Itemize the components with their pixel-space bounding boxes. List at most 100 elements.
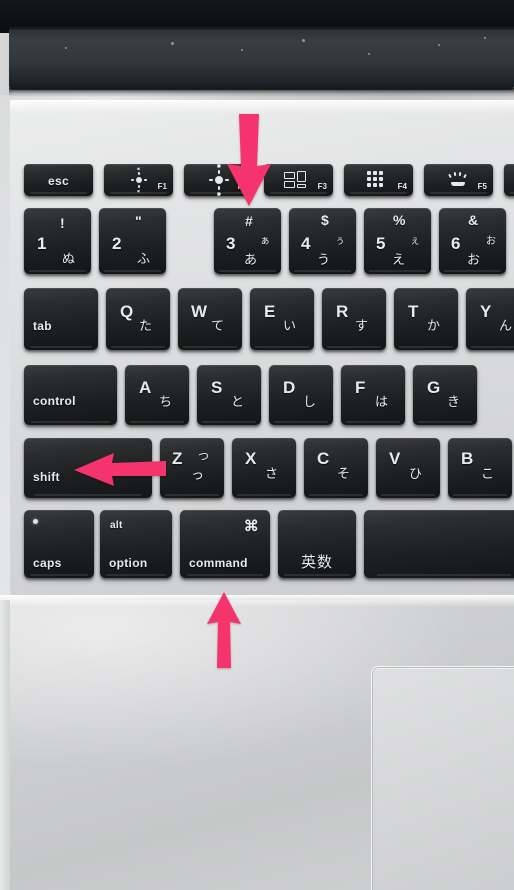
key-e-kana-label: い — [283, 318, 297, 333]
key-caps-label: caps — [33, 556, 62, 570]
key-6-kana-top-label: お — [486, 236, 496, 247]
key-5[interactable]: % 5 ぇ え — [364, 208, 431, 274]
key-4-kana-top-label: ぅ — [335, 236, 345, 247]
display-hinge — [9, 25, 514, 90]
key-option-label: option — [109, 556, 148, 570]
key-control-label: control — [33, 394, 76, 408]
key-3-kana-bottom-label: あ — [244, 252, 258, 267]
key-3-primary-label: 3 — [226, 234, 236, 253]
key-a-kana-label: ち — [159, 394, 173, 409]
key-1-kana-bottom-label: ぬ — [62, 251, 76, 266]
key-r-kana-label: す — [355, 318, 369, 333]
key-c-primary-label: C — [317, 449, 330, 468]
key-y[interactable]: Y ん — [466, 288, 514, 350]
caps-lock-led-icon — [33, 519, 38, 524]
key-b[interactable]: B こ — [448, 438, 512, 498]
key-t-kana-label: か — [427, 318, 441, 333]
key-control[interactable]: control — [24, 365, 117, 425]
mission-control-icon — [284, 171, 310, 189]
palm-rest-highlight — [0, 595, 514, 607]
key-tab-label: tab — [33, 319, 52, 333]
key-f4-fkey-label: F4 — [397, 182, 407, 191]
key-esc[interactable]: esc — [24, 164, 93, 196]
key-4[interactable]: $ 4 ぅ う — [289, 208, 356, 274]
key-z-kana-label: っ — [191, 467, 205, 482]
key-v[interactable]: V ひ — [376, 438, 440, 498]
key-y-primary-label: Y — [480, 302, 492, 321]
key-g[interactable]: G き — [413, 365, 477, 425]
key-s-primary-label: S — [211, 378, 223, 397]
key-a-primary-label: A — [139, 378, 152, 397]
key-option[interactable]: alt option — [100, 510, 172, 578]
key-3-kana-top-label: ぁ — [260, 236, 270, 247]
key-f-primary-label: F — [355, 378, 366, 397]
key-f5-fkey-label: F5 — [477, 182, 487, 191]
key-z[interactable]: Z つ っ — [160, 438, 224, 498]
key-t[interactable]: T か — [394, 288, 458, 350]
key-2-kana-bottom-label: ふ — [137, 251, 151, 266]
key-w-kana-label: て — [211, 318, 225, 333]
key-w[interactable]: W て — [178, 288, 242, 350]
key-x-primary-label: X — [245, 449, 257, 468]
key-c[interactable]: C そ — [304, 438, 368, 498]
key-2-shift-label: " — [135, 213, 142, 229]
key-x[interactable]: X さ — [232, 438, 296, 498]
key-command[interactable]: ⌘ command — [180, 510, 270, 578]
key-w-primary-label: W — [191, 302, 208, 321]
key-r-primary-label: R — [336, 302, 349, 321]
key-space[interactable] — [364, 510, 514, 578]
key-b-primary-label: B — [461, 449, 474, 468]
key-g-primary-label: G — [427, 378, 441, 397]
key-q[interactable]: Q た — [106, 288, 170, 350]
key-e[interactable]: E い — [250, 288, 314, 350]
key-r[interactable]: R す — [322, 288, 386, 350]
key-z-kana-top-label: つ — [198, 451, 209, 463]
key-x-kana-label: さ — [265, 466, 279, 481]
key-3[interactable]: # 3 ぁ あ — [214, 208, 281, 274]
key-f1-fkey-label: F1 — [157, 182, 167, 191]
key-4-shift-label: $ — [321, 212, 330, 228]
key-6[interactable]: & 6 お お — [439, 208, 506, 274]
key-6-kana-bottom-label: お — [467, 252, 481, 267]
key-e-primary-label: E — [264, 302, 276, 321]
key-1[interactable]: ! 1 ぬ — [24, 208, 91, 274]
key-z-primary-label: Z — [172, 449, 183, 468]
key-6-primary-label: 6 — [451, 234, 461, 253]
key-4-primary-label: 4 — [301, 234, 311, 253]
brightness-down-icon — [131, 167, 147, 193]
key-1-primary-label: 1 — [37, 234, 47, 253]
key-2[interactable]: " 2 ふ — [99, 208, 166, 274]
key-shift-label: shift — [33, 470, 60, 484]
key-v-primary-label: V — [389, 449, 401, 468]
arrow-to-shift-key — [74, 452, 166, 486]
key-tab[interactable]: tab — [24, 288, 98, 350]
key-f5[interactable]: F5 — [424, 164, 493, 196]
key-s-kana-label: と — [231, 394, 245, 409]
key-5-shift-label: % — [393, 212, 406, 228]
key-a[interactable]: A ち — [125, 365, 189, 425]
key-f4[interactable]: F4 — [344, 164, 413, 196]
key-f3-fkey-label: F3 — [317, 182, 327, 191]
key-y-kana-label: ん — [499, 318, 513, 333]
command-symbol-icon: ⌘ — [243, 518, 259, 535]
key-f[interactable]: F は — [341, 365, 405, 425]
key-f6[interactable] — [504, 164, 514, 196]
hinge-shadow — [9, 88, 514, 97]
key-caps[interactable]: caps — [24, 510, 94, 578]
key-1-shift-label: ! — [60, 215, 65, 231]
key-d-kana-label: し — [303, 394, 317, 409]
key-3-shift-label: # — [245, 213, 254, 229]
key-t-primary-label: T — [408, 302, 419, 321]
keyboard-backlight-down-icon — [446, 171, 470, 188]
key-s[interactable]: S と — [197, 365, 261, 425]
key-option-alt-label: alt — [110, 520, 123, 531]
key-eisu[interactable]: 英数 — [278, 510, 356, 578]
key-5-primary-label: 5 — [376, 234, 386, 253]
key-v-kana-label: ひ — [409, 466, 423, 481]
key-d-primary-label: D — [283, 378, 296, 397]
key-eisu-label: 英数 — [300, 554, 333, 571]
trackpad[interactable] — [372, 667, 514, 890]
launchpad-icon — [367, 171, 383, 187]
key-f1[interactable]: F1 — [104, 164, 173, 196]
key-d[interactable]: D し — [269, 365, 333, 425]
